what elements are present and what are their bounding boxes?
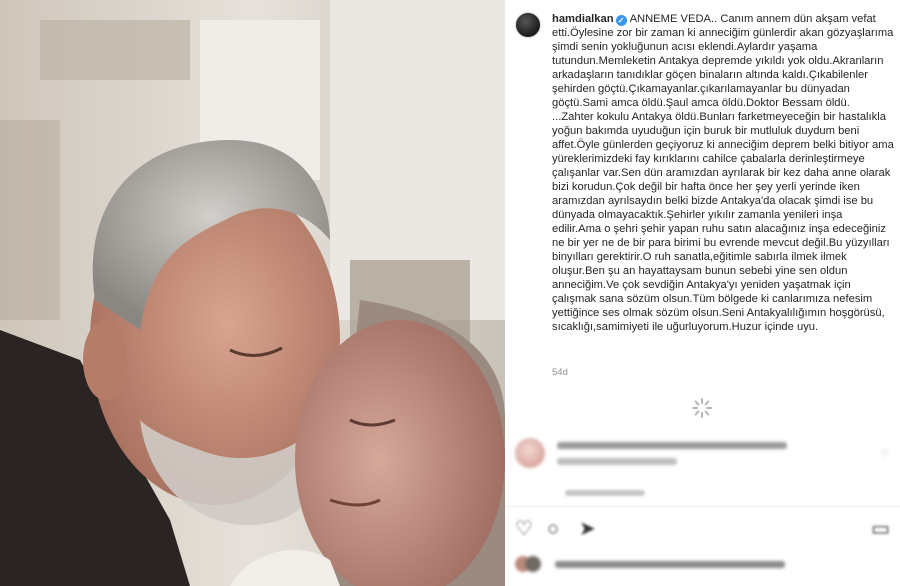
comment-text-blurred: [557, 442, 787, 449]
post-age[interactable]: 54d: [552, 367, 568, 378]
action-bar: ♡ ○ ➤ ▭: [515, 518, 890, 544]
divider: [505, 506, 900, 507]
loading-spinner-icon: [692, 398, 712, 418]
caption-text: hamdialkan ✓ ANNEME VEDA.. Canım annem dün…: [552, 12, 894, 334]
comment-icon[interactable]: ○: [547, 518, 559, 540]
bookmark-icon[interactable]: ▭: [871, 518, 890, 540]
heart-icon[interactable]: ♡: [515, 518, 533, 540]
author-avatar[interactable]: [515, 12, 541, 38]
heart-icon[interactable]: ♡: [880, 448, 890, 461]
likes-summary: [515, 556, 890, 580]
photo-illustration: [0, 0, 505, 586]
post-side-panel: hamdialkan ✓ ANNEME VEDA.. Canım annem dün…: [505, 0, 900, 586]
comment-meta-blurred: [557, 458, 677, 465]
author-username[interactable]: hamdialkan: [552, 13, 614, 25]
commenter-avatar[interactable]: [515, 438, 545, 468]
liker-avatar: [525, 556, 541, 572]
likes-text-blurred[interactable]: [555, 561, 785, 568]
verified-badge-icon: ✓: [615, 15, 627, 26]
comment-item: ♡: [515, 436, 890, 476]
caption-body: ANNEME VEDA.. Canım annem dün akşam vefa…: [552, 13, 894, 333]
post-photo[interactable]: [0, 0, 505, 586]
share-icon[interactable]: ➤: [579, 518, 596, 540]
view-replies-blurred[interactable]: [565, 490, 645, 496]
